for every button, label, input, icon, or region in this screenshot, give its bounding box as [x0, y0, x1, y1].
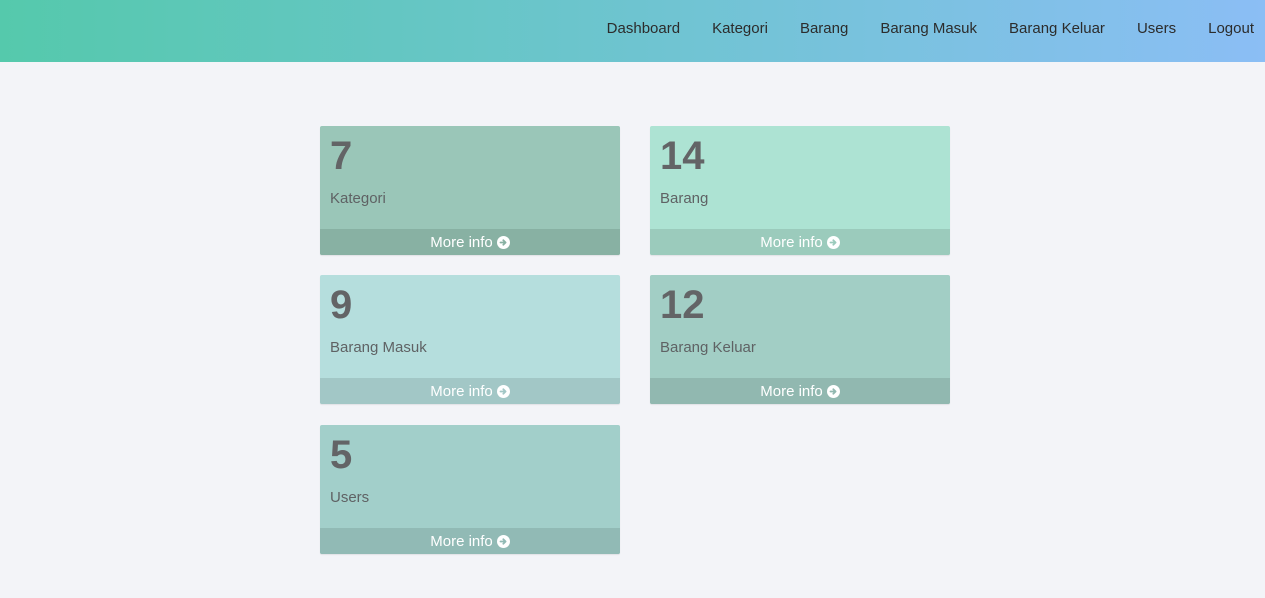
card-count: 9 — [330, 283, 353, 327]
nav-links: Dashboard Kategori Barang Barang Masuk B… — [575, 0, 1265, 56]
card-barang: 14 Barang More info — [650, 126, 950, 255]
card-count: 7 — [330, 134, 353, 178]
more-info-link[interactable]: More info — [650, 378, 950, 404]
nav-dashboard[interactable]: Dashboard — [607, 20, 680, 37]
arrow-circle-right-icon — [496, 384, 510, 398]
card-label: Kategori — [330, 190, 386, 207]
more-info-link[interactable]: More info — [320, 229, 620, 255]
nav-barang[interactable]: Barang — [800, 20, 848, 37]
arrow-circle-right-icon — [826, 235, 840, 249]
arrow-circle-right-icon — [496, 534, 510, 548]
card-users: 5 Users More info — [320, 425, 620, 554]
more-info-link[interactable]: More info — [320, 378, 620, 404]
nav-users[interactable]: Users — [1137, 20, 1176, 37]
card-barang-keluar: 12 Barang Keluar More info — [650, 275, 950, 404]
card-count: 14 — [660, 134, 705, 178]
arrow-circle-right-icon — [826, 384, 840, 398]
card-label: Barang Masuk — [330, 339, 427, 356]
card-label: Barang Keluar — [660, 339, 756, 356]
card-count: 12 — [660, 283, 705, 327]
top-navbar: Dashboard Kategori Barang Barang Masuk B… — [0, 0, 1265, 62]
more-info-label: More info — [760, 382, 823, 400]
nav-barang-masuk[interactable]: Barang Masuk — [880, 20, 977, 37]
card-kategori: 7 Kategori More info — [320, 126, 620, 255]
arrow-circle-right-icon — [496, 235, 510, 249]
card-count: 5 — [330, 433, 353, 477]
nav-logout[interactable]: Logout — [1208, 20, 1254, 37]
more-info-label: More info — [760, 233, 823, 251]
card-label: Users — [330, 489, 370, 506]
card-barang-masuk: 9 Barang Masuk More info — [320, 275, 620, 404]
more-info-link[interactable]: More info — [650, 229, 950, 255]
more-info-label: More info — [430, 532, 493, 550]
more-info-label: More info — [430, 382, 493, 400]
more-info-link[interactable]: More info — [320, 528, 620, 554]
card-label: Barang — [660, 190, 709, 207]
more-info-label: More info — [430, 233, 493, 251]
nav-barang-keluar[interactable]: Barang Keluar — [1009, 20, 1105, 37]
nav-kategori[interactable]: Kategori — [712, 20, 768, 37]
